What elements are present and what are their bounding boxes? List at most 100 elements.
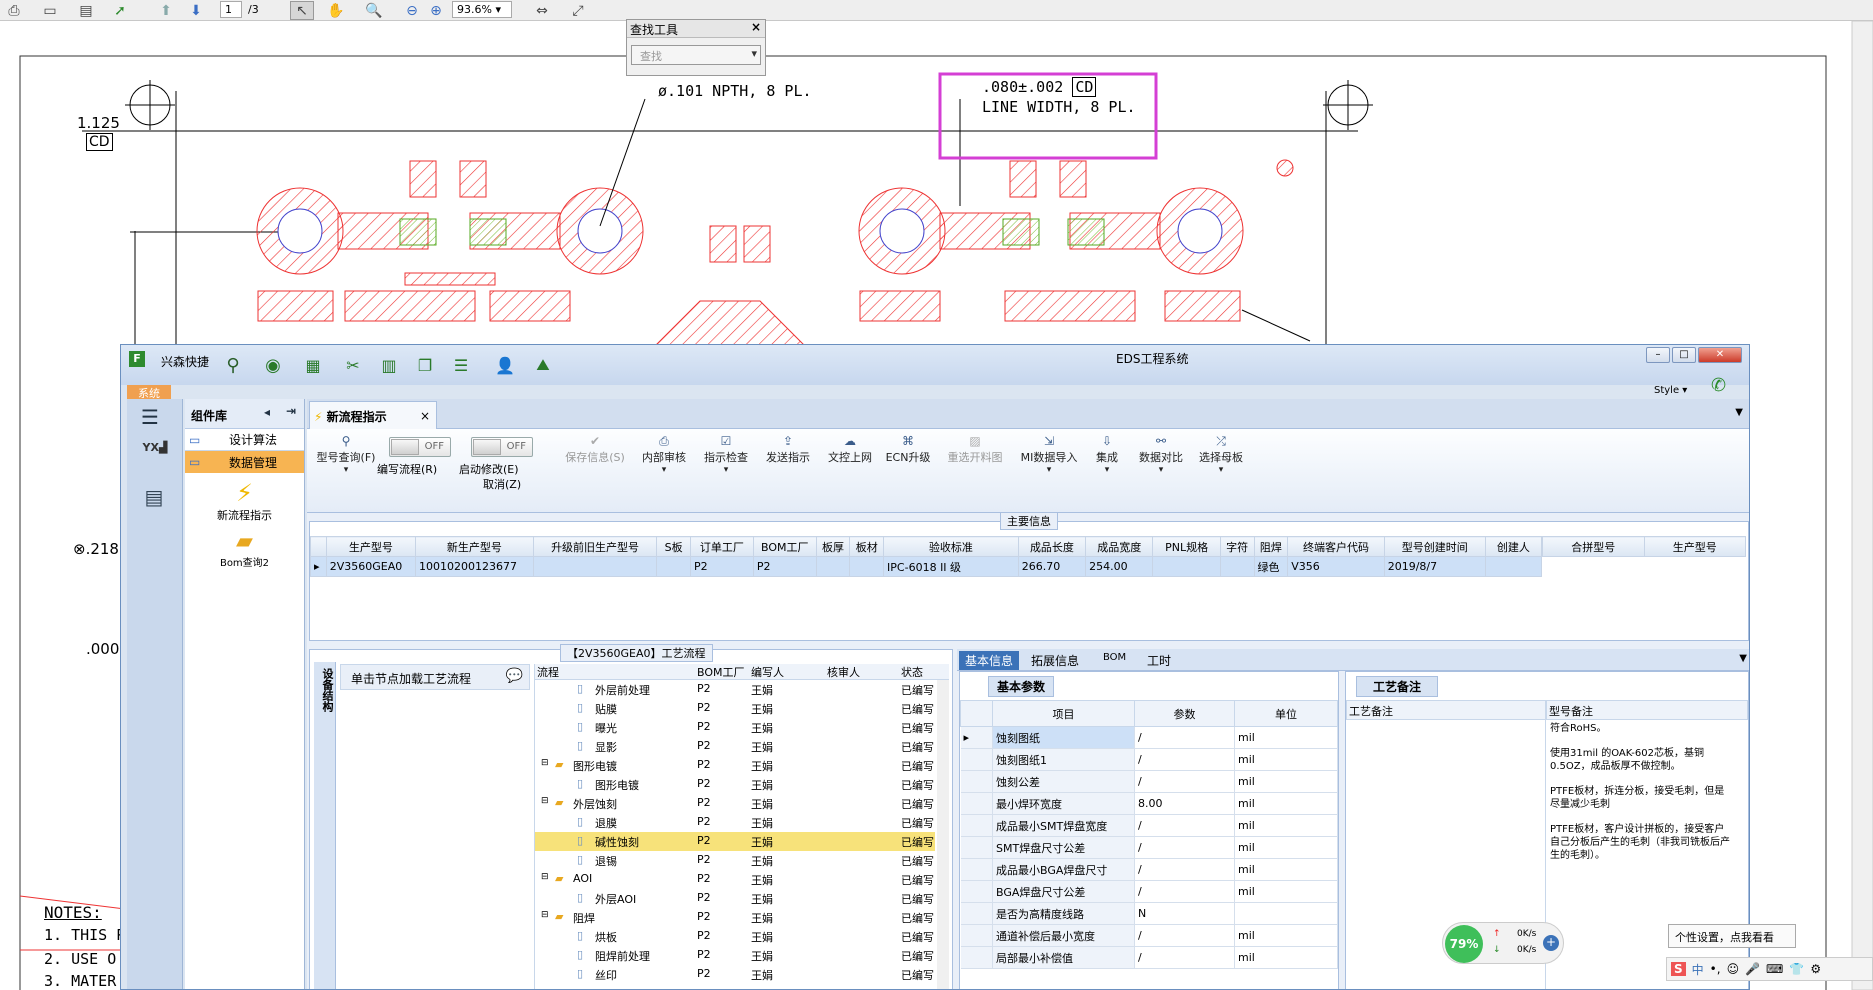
- save-info-button[interactable]: ✔ 保存信息(S): [559, 433, 631, 465]
- tree-row[interactable]: ▯ 丝印 P2 王娟 已编写: [535, 965, 935, 984]
- param-cell[interactable]: /: [1134, 880, 1235, 903]
- param-cell[interactable]: /: [1134, 748, 1235, 771]
- table-icon[interactable]: ▦: [301, 353, 325, 377]
- integrate-button[interactable]: ⇩ 集成 ▾: [1087, 433, 1127, 475]
- table-cell[interactable]: 10010200123677: [414, 556, 534, 577]
- collapse-icon[interactable]: ⊟: [541, 758, 549, 768]
- tools-icon[interactable]: ⚙: [1810, 962, 1821, 976]
- col-header[interactable]: 成品宽度: [1085, 536, 1154, 557]
- col-header[interactable]: 阻焊: [1253, 536, 1289, 557]
- film-icon[interactable]: ▥: [377, 353, 401, 377]
- param-cell[interactable]: /: [1134, 946, 1235, 969]
- table-cell[interactable]: [656, 556, 691, 577]
- yx-module-icon[interactable]: YX▟: [137, 441, 173, 475]
- tree-row[interactable]: ▯ 曝光 P2 王娟 已编写: [535, 718, 935, 737]
- table-cell[interactable]: [1219, 556, 1255, 577]
- tree-row[interactable]: ▰ ⊟ 阻焊 P2 王娟 已编写: [535, 908, 935, 927]
- next-page-icon[interactable]: ⬇: [184, 1, 208, 20]
- zoom-in-icon[interactable]: ⊕: [424, 1, 448, 20]
- type-query-button[interactable]: ⚲ 型号查询(F) ▾: [311, 433, 381, 475]
- system-tab[interactable]: 系统: [127, 385, 171, 400]
- col-header[interactable]: 字符: [1219, 536, 1255, 557]
- close-icon[interactable]: ×: [751, 20, 761, 34]
- param-row[interactable]: 通道补偿后最小宽度 / mil: [960, 924, 1338, 947]
- maximize-button[interactable]: □: [1672, 347, 1696, 363]
- user-icon[interactable]: 👤: [493, 353, 517, 377]
- tree-row[interactable]: ▯ 烘板 P2 王娟 已编写: [535, 927, 935, 946]
- tab-bom[interactable]: BOM: [1103, 652, 1126, 663]
- start-edit-toggle[interactable]: OFF: [471, 437, 533, 460]
- zoom-tool-icon[interactable]: 🔍: [362, 1, 386, 20]
- col-header[interactable]: 终端客户代码: [1287, 536, 1385, 557]
- hand-tool-icon[interactable]: ✋: [324, 1, 348, 20]
- collapse-icon[interactable]: ⊟: [541, 796, 549, 806]
- tree-row[interactable]: ▯ 贴膜 P2 王娟 已编写: [535, 699, 935, 718]
- table-cell[interactable]: V356: [1287, 556, 1385, 577]
- param-cell[interactable]: /: [1134, 924, 1235, 947]
- col-header[interactable]: 验收标准: [883, 536, 1019, 557]
- table-cell[interactable]: 266.70: [1017, 556, 1087, 577]
- share-icon[interactable]: ➚: [108, 1, 132, 20]
- tree-scrollbar[interactable]: [937, 680, 949, 989]
- table-cell[interactable]: 绿色: [1253, 556, 1289, 577]
- mi-import-button[interactable]: ⇲ MI数据导入 ▾: [1015, 433, 1083, 475]
- tree-row[interactable]: ▰ ⊟ 外层蚀刻 P2 王娟 已编写: [535, 794, 935, 813]
- tree-row[interactable]: ▯ 图形电镀 P2 王娟 已编写: [535, 775, 935, 794]
- table-cell[interactable]: IPC-6018 II 级: [883, 556, 1019, 577]
- find-input[interactable]: 查找 ▾: [631, 45, 761, 65]
- tree-row[interactable]: ▯ 阻焊前处理 P2 王娟 已编写: [535, 946, 935, 965]
- library-item-design[interactable]: ▭ 设计算法: [185, 429, 304, 451]
- select-tool-icon[interactable]: ↖: [290, 1, 314, 20]
- bom-query-shortcut[interactable]: ▰ Bom查询2: [185, 529, 304, 569]
- prev-page-icon[interactable]: ⬆: [154, 1, 178, 20]
- param-row[interactable]: ▸ 蚀刻图纸 / mil: [960, 726, 1338, 749]
- tab-basic-info[interactable]: 基本信息: [959, 651, 1020, 670]
- tree-row[interactable]: ▰ ⊟ AOI P2 王娟 已编写: [535, 870, 935, 889]
- emoji-icon[interactable]: ☺: [1727, 962, 1740, 976]
- col-header[interactable]: 板材: [849, 536, 885, 557]
- chevron-down-icon[interactable]: ▾: [751, 47, 757, 60]
- chevron-left-icon[interactable]: ◂: [264, 405, 270, 419]
- param-cell[interactable]: /: [1134, 858, 1235, 881]
- scissors-icon[interactable]: ✂: [341, 353, 365, 377]
- instruction-check-button[interactable]: ☑ 指示检查 ▾: [697, 433, 755, 475]
- col-header[interactable]: 型号创建时间: [1383, 536, 1486, 557]
- col-header[interactable]: BOM工厂: [752, 536, 817, 557]
- phone-icon[interactable]: ✆: [1711, 375, 1726, 396]
- col-header[interactable]: 成品长度: [1017, 536, 1087, 557]
- close-button[interactable]: ✕: [1698, 347, 1742, 363]
- param-cell[interactable]: /: [1134, 836, 1235, 859]
- print-icon[interactable]: ⎙: [2, 1, 26, 20]
- col-header[interactable]: 订单工厂: [689, 536, 754, 557]
- param-cell[interactable]: /: [1134, 770, 1235, 793]
- table-cell[interactable]: [815, 556, 851, 577]
- tab-work-hours[interactable]: 工时: [1147, 652, 1171, 669]
- library-item-data[interactable]: ▭ 数据管理: [185, 451, 304, 473]
- table-cell[interactable]: [1152, 556, 1221, 577]
- tree-row[interactable]: ▯ 退膜 P2 王娟 已编写: [535, 813, 935, 832]
- reselect-drawing-button[interactable]: ▨ 重选开料图: [939, 433, 1011, 465]
- punctuation-icon[interactable]: •,: [1710, 962, 1721, 976]
- write-flow-toggle[interactable]: OFF: [389, 437, 451, 460]
- chevron-down-icon[interactable]: ▼: [1735, 407, 1743, 418]
- tree-row[interactable]: ▯ 外层前处理 P2 王娟 已编写: [535, 680, 935, 699]
- properties-icon[interactable]: ▤: [74, 1, 98, 20]
- shirt-icon[interactable]: 👕: [1789, 962, 1804, 976]
- fit-page-icon[interactable]: ⤢: [566, 1, 590, 20]
- col-header[interactable]: 升级前旧生产型号: [532, 536, 658, 557]
- col-header[interactable]: 创建人: [1484, 536, 1543, 557]
- signin-icon[interactable]: ⇥: [286, 404, 296, 418]
- save-icon[interactable]: ▭: [38, 1, 62, 20]
- ecn-upgrade-button[interactable]: ⌘ ECN升级: [881, 433, 935, 465]
- style-menu[interactable]: Style ▾: [1654, 385, 1687, 396]
- param-row[interactable]: 成品最小BGA焊盘尺寸 / mil: [960, 858, 1338, 881]
- table-cell[interactable]: 2V3560GEA0: [325, 556, 416, 577]
- col-header[interactable]: S板: [656, 536, 691, 557]
- device-structure-tab[interactable]: 设备结构: [314, 662, 336, 989]
- send-instruction-button[interactable]: ⇪ 发送指示: [759, 433, 817, 465]
- collapse-icon[interactable]: ⊟: [541, 910, 549, 920]
- network-monitor[interactable]: 79% ↑ 0K/s ↓ 0K/s +: [1442, 922, 1564, 964]
- tree-row[interactable]: ▯ 退锡 P2 王娟 已编写: [535, 851, 935, 870]
- param-row[interactable]: 是否为高精度线路 N: [960, 902, 1338, 925]
- copy-icon[interactable]: ❐: [413, 353, 437, 377]
